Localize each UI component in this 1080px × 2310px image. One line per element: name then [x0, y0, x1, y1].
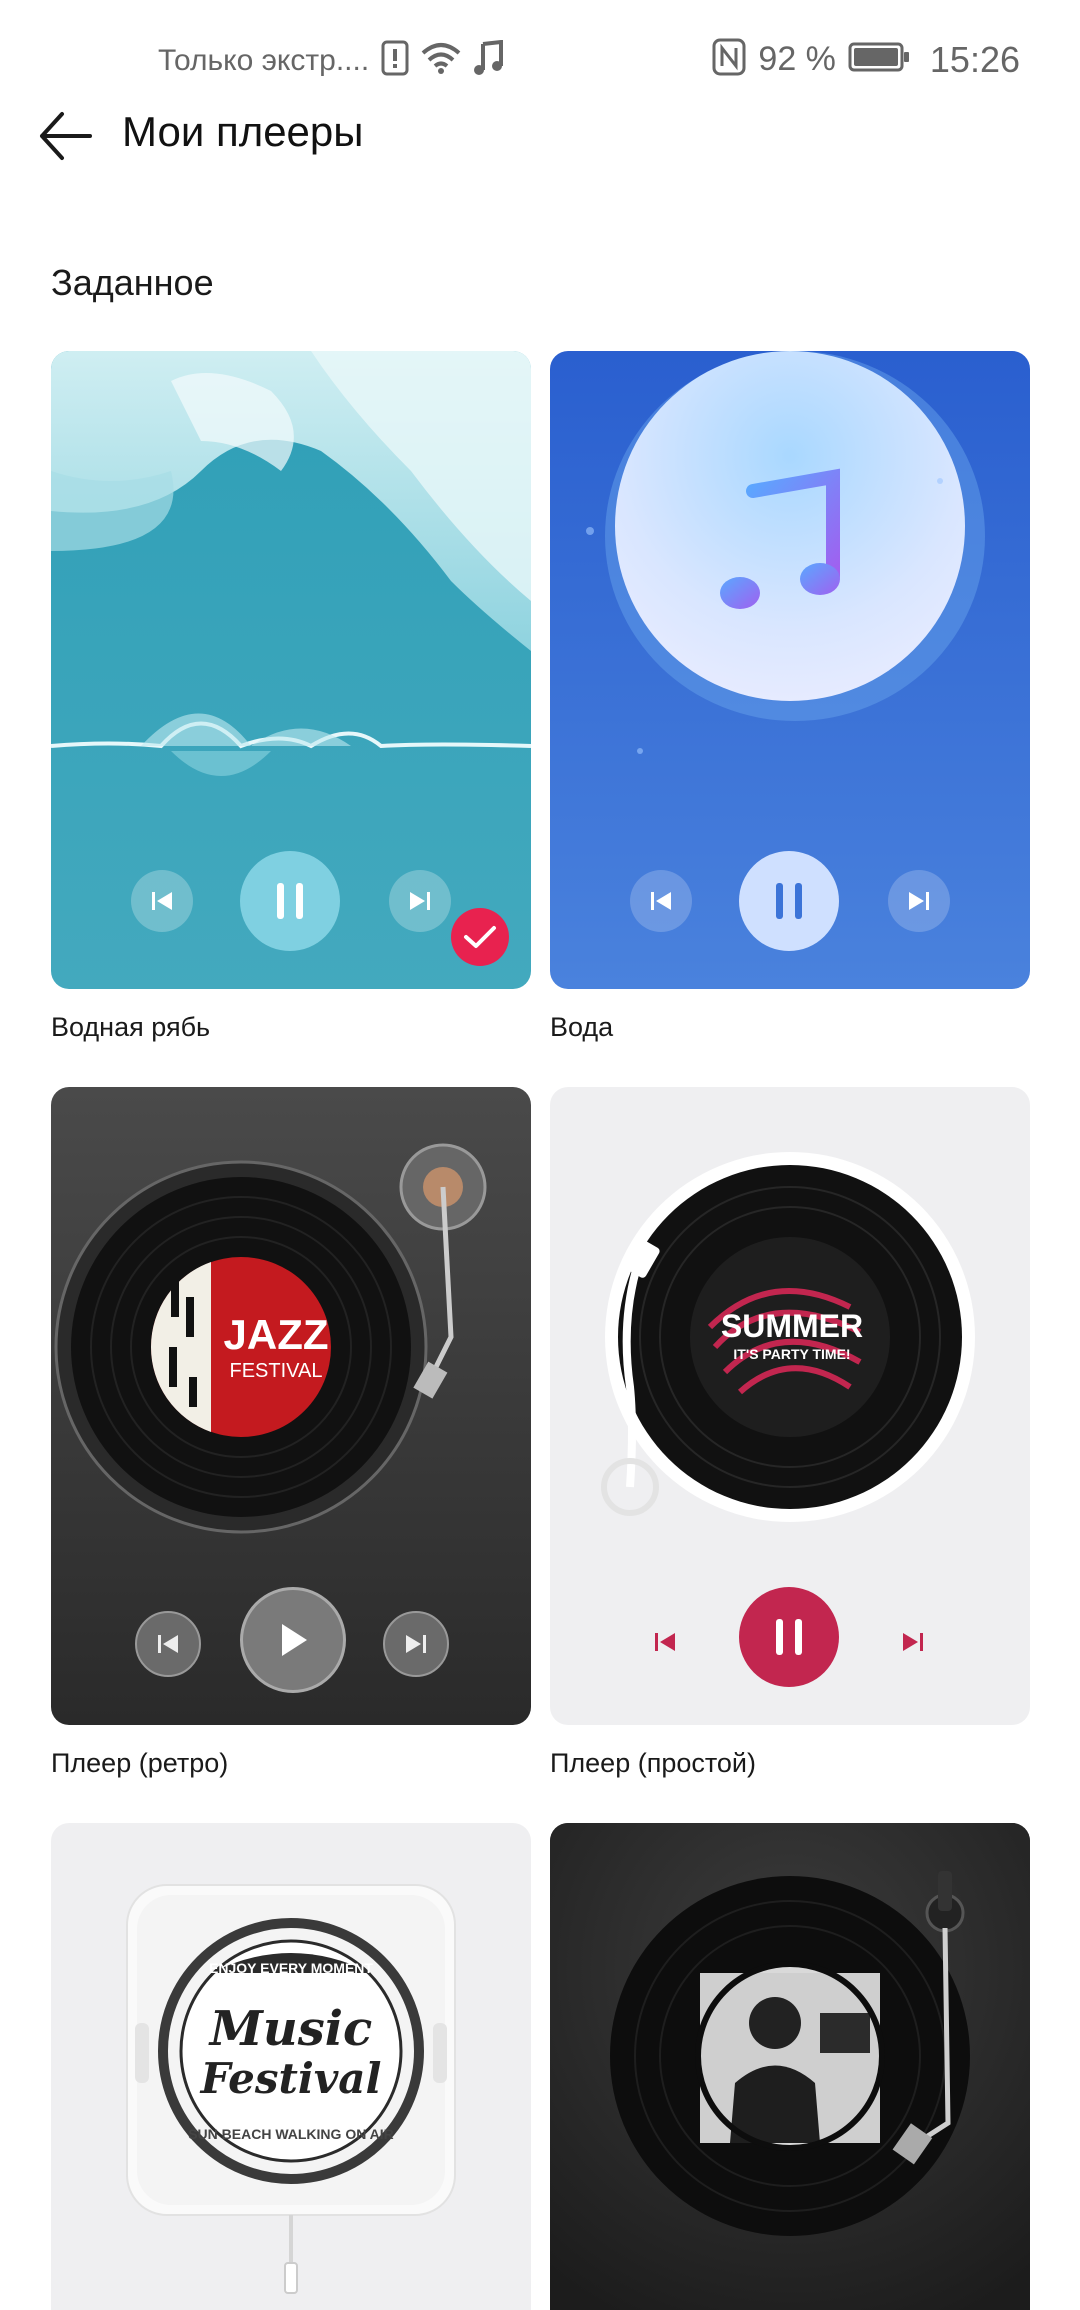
player-card-water[interactable] [550, 351, 1030, 989]
battery-icon [848, 41, 910, 78]
wifi-icon [421, 41, 461, 80]
status-left: Только экстр.... [158, 39, 504, 81]
summer-text: SUMMER [721, 1308, 863, 1344]
festival-text: Festival [200, 2054, 382, 2103]
skip-next-icon [903, 1633, 923, 1651]
skip-previous-icon [651, 892, 671, 910]
status-right: 92 % 15:26 [712, 38, 1020, 81]
play-button[interactable] [240, 1587, 346, 1693]
skip-next-icon [909, 892, 929, 910]
player-card-water-ripple[interactable] [51, 351, 531, 989]
music-text: Music [208, 2001, 373, 2057]
jazz-text: JAZZ [224, 1311, 329, 1358]
selected-check-badge [451, 908, 509, 966]
pause-button[interactable] [739, 1587, 839, 1687]
status-bar: Только экстр.... 92 % 15:26 [0, 0, 1080, 110]
back-button[interactable] [36, 106, 96, 166]
check-icon [464, 926, 496, 948]
alert-icon [381, 40, 409, 81]
skip-previous-icon [152, 892, 172, 910]
pause-button[interactable] [739, 851, 839, 951]
player-name: Водная рябь [51, 1012, 211, 1042]
summer-subtext: IT'S PARTY TIME! [733, 1346, 850, 1362]
battery-percent: 92 % [758, 40, 836, 78]
clock: 15:26 [929, 38, 1020, 80]
next-button[interactable] [383, 1611, 449, 1677]
skip-next-icon [406, 1635, 426, 1653]
player-name: Вода [550, 1012, 614, 1042]
player-card-simple[interactable]: SUMMER IT'S PARTY TIME! [550, 1087, 1030, 1725]
vinyl-artwork [550, 1823, 1030, 2310]
prev-button[interactable] [131, 870, 193, 932]
section-title: Заданное [51, 262, 214, 303]
player-name: Плеер (простой) [550, 1748, 757, 1778]
skip-next-icon [410, 892, 430, 910]
pause-icon [776, 1619, 802, 1655]
ring-top-text: ENJOY EVERY MOMENT [209, 1960, 373, 1976]
arrow-left-icon [40, 112, 92, 160]
nfc-icon [712, 38, 746, 81]
page-title: Мои плееры [122, 108, 364, 155]
next-button[interactable] [882, 1611, 944, 1673]
player-card-vinyl[interactable] [550, 1823, 1030, 2310]
carrier-text: Только экстр.... [158, 43, 370, 77]
next-button[interactable] [389, 870, 451, 932]
cd-player-artwork: ENJOY EVERY MOMENT Music Festival SUN BE… [126, 1884, 456, 2294]
prev-button[interactable] [630, 870, 692, 932]
pause-icon [277, 883, 303, 919]
music-note-icon [473, 39, 504, 81]
player-name: Плеер (ретро) [51, 1748, 229, 1778]
player-card-cd[interactable]: ENJOY EVERY MOMENT Music Festival SUN BE… [51, 1823, 531, 2310]
jazz-subtext: FESTIVAL [230, 1360, 323, 1382]
pause-button[interactable] [240, 851, 340, 951]
play-icon [282, 1624, 307, 1656]
skip-previous-icon [655, 1633, 675, 1651]
ring-bottom-text: SUN BEACH WALKING ON AIR [188, 2126, 394, 2142]
skip-previous-icon [158, 1635, 178, 1653]
prev-button[interactable] [135, 1611, 201, 1677]
app-header: Мои плееры [0, 100, 1080, 230]
next-button[interactable] [888, 870, 950, 932]
prev-button[interactable] [634, 1611, 696, 1673]
player-card-retro[interactable]: JAZZ FESTIVAL [51, 1087, 531, 1725]
pause-icon [776, 883, 802, 919]
